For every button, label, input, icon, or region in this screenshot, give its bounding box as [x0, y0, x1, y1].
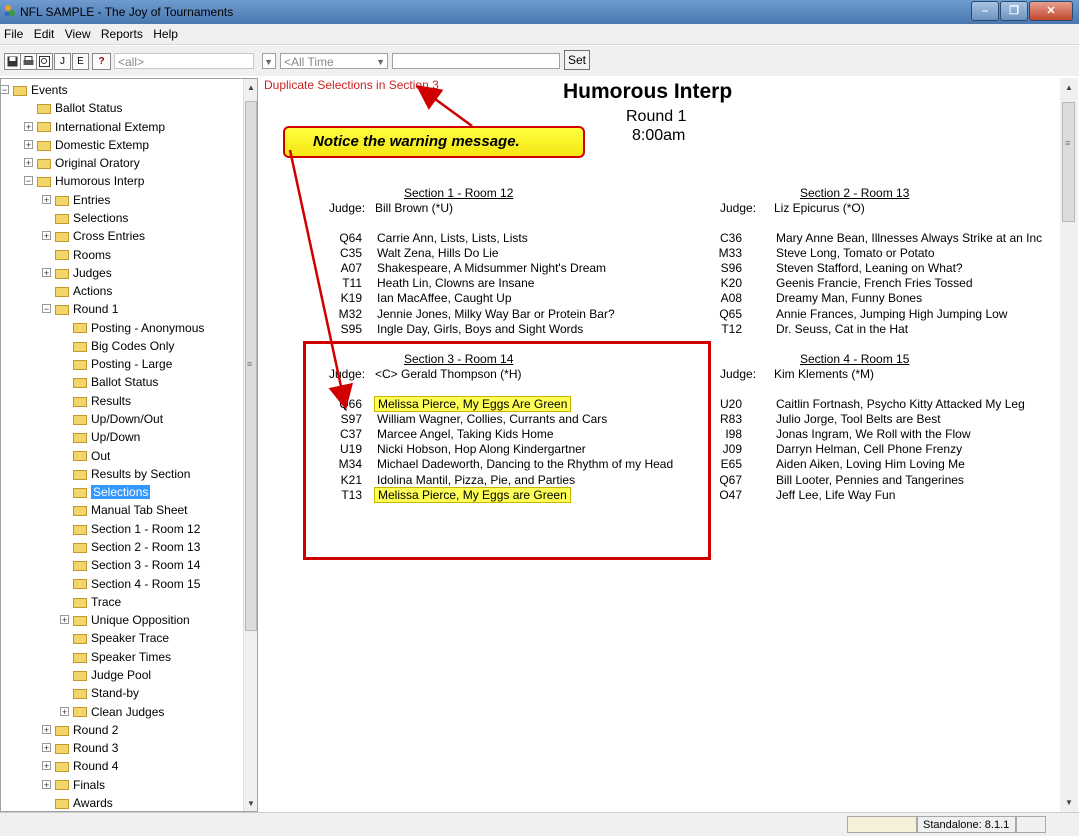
version-label: Standalone: 8.1.1	[917, 816, 1016, 833]
status-cell-blank	[1016, 816, 1046, 833]
status-bar: Standalone: 8.1.1	[0, 812, 1079, 836]
status-cell-empty	[847, 816, 917, 833]
scroll-down-icon[interactable]: ▼	[1065, 798, 1073, 807]
scroll-up-icon[interactable]: ▲	[1065, 83, 1073, 92]
report-scroll-thumb[interactable]	[1062, 102, 1075, 222]
grip-icon: ≡	[1065, 138, 1071, 148]
report-scrollbar[interactable]: ▲ ≡ ▼	[1060, 78, 1078, 812]
arrow-to-warning	[415, 85, 473, 128]
arrow-to-section3	[288, 149, 354, 410]
annotation-arrows	[288, 85, 473, 410]
